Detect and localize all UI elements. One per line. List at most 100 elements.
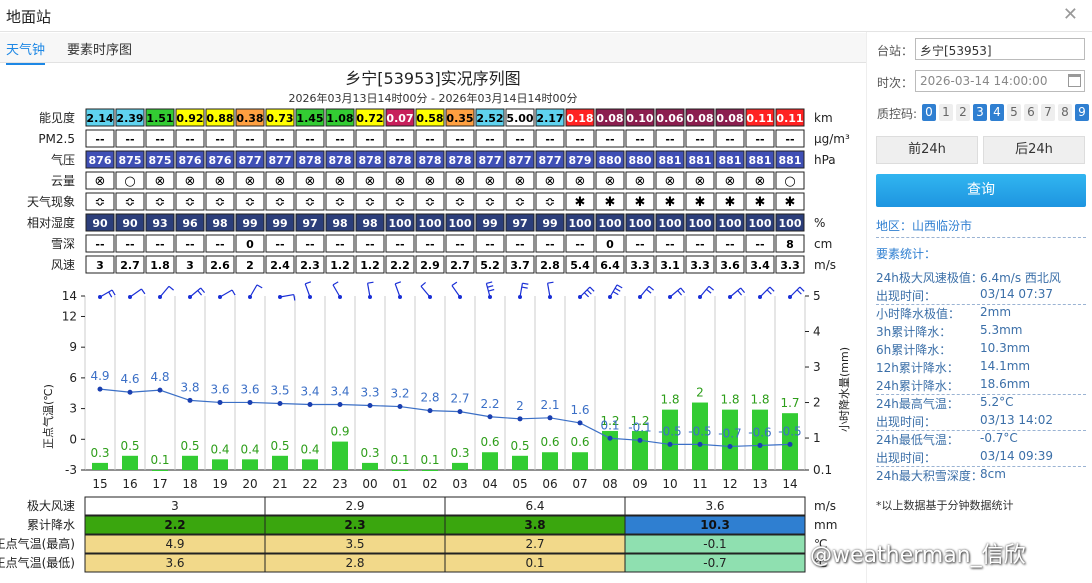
qc-code-5[interactable]: 5 bbox=[1007, 104, 1021, 121]
precip-label: 0.5 bbox=[180, 439, 199, 453]
wind-barb-shaft bbox=[579, 286, 591, 298]
table-cell-value: ○ bbox=[784, 174, 795, 189]
time-input[interactable]: 2026-03-14 14:00:00 bbox=[915, 70, 1085, 92]
table-cell-value: -- bbox=[665, 133, 674, 146]
stat-label: 3h累计降水： bbox=[876, 325, 952, 339]
table-cell-value: ⊗ bbox=[605, 174, 616, 189]
table-cell-value: 1.2 bbox=[330, 259, 350, 272]
next-24h-button[interactable]: 后24h bbox=[983, 136, 1085, 164]
qc-code-2[interactable]: 2 bbox=[956, 104, 970, 121]
temperature-point bbox=[607, 435, 613, 441]
calendar-icon[interactable] bbox=[1068, 74, 1081, 87]
table-cell-value: 98 bbox=[362, 217, 377, 230]
table-cell-value: -- bbox=[695, 133, 704, 146]
table-cell-value: ⊗ bbox=[665, 174, 676, 189]
qc-code-6[interactable]: 6 bbox=[1024, 104, 1038, 121]
table-cell-value: 877 bbox=[239, 154, 262, 167]
temperature-label: 4.8 bbox=[150, 370, 169, 384]
wind-barb-flag bbox=[612, 291, 619, 296]
qc-code-8[interactable]: 8 bbox=[1058, 104, 1072, 121]
row-unit: m/s bbox=[814, 258, 836, 272]
temperature-point bbox=[337, 401, 343, 407]
table-cell-value: -- bbox=[425, 133, 434, 146]
table-cell-value: -- bbox=[635, 238, 644, 251]
wind-barb-flag bbox=[305, 281, 312, 285]
temperature-label: -0.1 bbox=[628, 420, 651, 434]
wind-barb-flag bbox=[487, 285, 494, 288]
hour-label: 23 bbox=[332, 477, 347, 491]
qc-code-1[interactable]: 1 bbox=[939, 104, 953, 121]
table-cell-value: ✱ bbox=[755, 195, 766, 210]
table-cell-value: -- bbox=[95, 133, 104, 146]
temperature-point bbox=[457, 409, 463, 415]
close-icon[interactable]: ✕ bbox=[1063, 4, 1078, 25]
time-label: 时次： bbox=[877, 76, 914, 90]
tab-bar: 天气钟 要素时序图 bbox=[0, 33, 866, 65]
row-unit: hPa bbox=[814, 153, 836, 167]
wind-barb-dot bbox=[368, 295, 372, 299]
precip-bar bbox=[122, 455, 138, 470]
table-cell-value: 1.51 bbox=[146, 112, 173, 125]
temperature-label: 3.4 bbox=[330, 384, 349, 398]
wind-barb-flag bbox=[614, 287, 621, 292]
query-button[interactable]: 查询 bbox=[876, 174, 1086, 207]
summary-value: 6.4 bbox=[525, 499, 544, 513]
qc-code-3[interactable]: 3 bbox=[973, 104, 987, 121]
precip-label: 0.4 bbox=[300, 442, 319, 456]
wind-barb-flag bbox=[680, 287, 686, 293]
table-cell-value: -- bbox=[185, 238, 194, 251]
table-cell-value: ≎ bbox=[155, 195, 166, 210]
temperature-label: 2 bbox=[516, 399, 524, 413]
wind-barb-flag bbox=[521, 286, 528, 289]
precip-label: 0.1 bbox=[150, 453, 169, 467]
table-cell-value: 1.8 bbox=[150, 259, 170, 272]
wind-barb-flag bbox=[708, 285, 714, 291]
temperature-point bbox=[547, 415, 553, 421]
wind-barb-flag bbox=[108, 291, 113, 298]
table-cell-value: -- bbox=[545, 238, 554, 251]
table-cell-value: ≎ bbox=[455, 195, 466, 210]
table-cell-value: 0 bbox=[606, 238, 614, 251]
table-cell-value: ⊗ bbox=[575, 174, 586, 189]
stat-value: 03/13 14:02 bbox=[980, 413, 1053, 427]
station-input[interactable]: 乡宁[53953] bbox=[915, 38, 1085, 60]
wind-barb-flag bbox=[140, 288, 146, 295]
table-cell-value: ⊗ bbox=[455, 174, 466, 189]
prev-24h-button[interactable]: 前24h bbox=[876, 136, 978, 164]
table-cell-value: ✱ bbox=[785, 195, 796, 210]
left-tick-label: -3 bbox=[65, 463, 77, 477]
summary-label: 正点气温(最高) bbox=[0, 536, 75, 551]
table-cell-value: ○ bbox=[124, 174, 135, 189]
temperature-label: 2.7 bbox=[450, 392, 469, 406]
precip-bar bbox=[152, 470, 168, 471]
table-cell-value: 0 bbox=[246, 238, 254, 251]
tab-element-series[interactable]: 要素时序图 bbox=[67, 39, 132, 58]
summary-value: 3.8 bbox=[524, 518, 545, 532]
wind-barb-flag bbox=[737, 290, 743, 296]
wind-barb-flag bbox=[486, 281, 493, 285]
table-cell-value: 875 bbox=[119, 154, 142, 167]
qc-code-9[interactable]: 9 bbox=[1075, 104, 1089, 121]
stat-value: 6.4m/s 西北风 bbox=[980, 271, 1061, 285]
wind-barb-dot bbox=[518, 295, 522, 299]
stat-row: 12h累计降水： 14.1mm bbox=[876, 359, 1030, 376]
precip-bar bbox=[362, 462, 378, 470]
table-cell-value: 99 bbox=[542, 217, 557, 230]
hour-label: 04 bbox=[482, 477, 497, 491]
table-cell-value: 876 bbox=[209, 154, 232, 167]
qc-code-0[interactable]: 0 bbox=[922, 104, 936, 121]
table-cell-value: 100 bbox=[629, 217, 652, 230]
stat-value: 18.6mm bbox=[980, 377, 1031, 391]
table-cell-value: 8 bbox=[786, 238, 794, 251]
table-cell-value: -- bbox=[575, 133, 584, 146]
table-cell-value: 100 bbox=[689, 217, 712, 230]
table-cell-value: -- bbox=[605, 133, 614, 146]
wind-barb-dot bbox=[128, 295, 132, 299]
tab-weather-clock[interactable]: 天气钟 bbox=[6, 39, 46, 65]
table-cell-value: -- bbox=[695, 238, 704, 251]
precip-bar bbox=[242, 459, 258, 470]
qc-code-7[interactable]: 7 bbox=[1041, 104, 1055, 121]
qc-code-4[interactable]: 4 bbox=[990, 104, 1004, 121]
table-cell-value: ⊗ bbox=[305, 174, 316, 189]
temperature-label: 0.1 bbox=[600, 418, 619, 432]
